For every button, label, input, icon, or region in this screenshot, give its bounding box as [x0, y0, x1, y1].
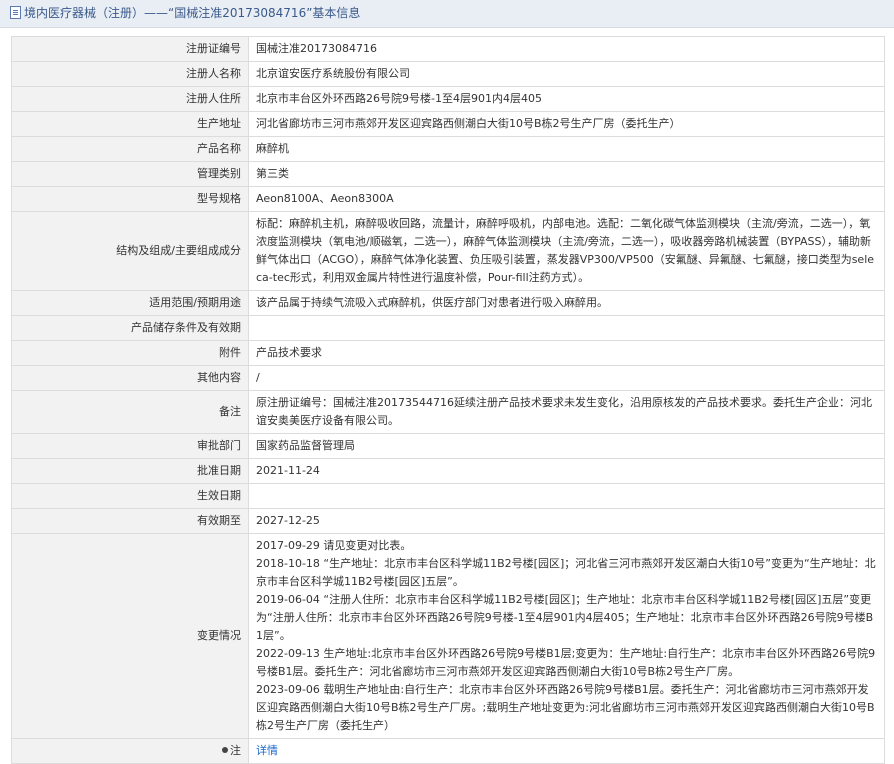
- table-row: 备注 原注册证编号：国械注准20173544716延续注册产品技术要求未发生变化…: [11, 390, 885, 434]
- field-value: 第三类: [248, 161, 885, 187]
- note-label-cell: 注: [11, 738, 249, 764]
- changes-value: 2017-09-29 请见变更对比表。 2018-10-18 “生产地址：北京市…: [248, 533, 885, 739]
- bulb-icon: [222, 747, 228, 753]
- table-row: 管理类别 第三类: [11, 161, 885, 187]
- field-value: 北京市丰台区外环西路26号院9号楼-1至4层901内4层405: [248, 86, 885, 112]
- field-value: 北京谊安医疗系统股份有限公司: [248, 61, 885, 87]
- field-label: 批准日期: [11, 458, 249, 484]
- field-value: 原注册证编号：国械注准20173544716延续注册产品技术要求未发生变化，沿用…: [248, 390, 885, 434]
- field-value: Aeon8100A、Aeon8300A: [248, 186, 885, 212]
- table-row: 产品名称 麻醉机: [11, 136, 885, 162]
- field-label: 审批部门: [11, 433, 249, 459]
- page-title: 境内医疗器械（注册）——“国械注准20173084716”基本信息: [24, 6, 361, 20]
- field-label: 管理类别: [11, 161, 249, 187]
- page-title-bar: 境内医疗器械（注册）——“国械注准20173084716”基本信息: [0, 0, 894, 28]
- field-label: 有效期至: [11, 508, 249, 534]
- field-value: 麻醉机: [248, 136, 885, 162]
- field-label: 附件: [11, 340, 249, 366]
- field-label: 型号规格: [11, 186, 249, 212]
- change-entry: 2022-09-13 生产地址:北京市丰台区外环西路26号院9号楼B1层;变更为…: [256, 647, 876, 678]
- field-label: 其他内容: [11, 365, 249, 391]
- field-label: 注册证编号: [11, 36, 249, 62]
- table-row: 适用范围/预期用途 该产品属于持续气流吸入式麻醉机，供医疗部门对患者进行吸入麻醉…: [11, 290, 885, 316]
- field-label: 注册人名称: [11, 61, 249, 87]
- details-link[interactable]: 详情: [256, 744, 278, 757]
- table-row: 产品储存条件及有效期: [11, 315, 885, 341]
- changes-row: 变更情况 2017-09-29 请见变更对比表。 2018-10-18 “生产地…: [11, 533, 885, 739]
- change-entry: 2017-09-29 请见变更对比表。: [256, 539, 412, 552]
- field-value: 河北省廊坊市三河市燕郊开发区迎宾路西侧潮白大街10号B栋2号生产厂房（委托生产）: [248, 111, 885, 137]
- field-value: 国械注准20173084716: [248, 36, 885, 62]
- table-row: 注册人名称 北京谊安医疗系统股份有限公司: [11, 61, 885, 87]
- field-label: 备注: [11, 390, 249, 434]
- change-entry: 2019-06-04 “注册人住所：北京市丰台区科学城11B2号楼[园区]；生产…: [256, 593, 874, 642]
- field-label: 产品名称: [11, 136, 249, 162]
- field-label: 生产地址: [11, 111, 249, 137]
- field-value: 标配：麻醉机主机，麻醉吸收回路，流量计，麻醉呼吸机，内部电池。选配：二氧化碳气体…: [248, 211, 885, 291]
- note-row: 注 详情: [11, 738, 885, 764]
- note-label: 注: [230, 744, 241, 757]
- field-value: 2021-11-24: [248, 458, 885, 484]
- field-value: 该产品属于持续气流吸入式麻醉机，供医疗部门对患者进行吸入麻醉用。: [248, 290, 885, 316]
- note-value: 详情: [248, 738, 885, 764]
- field-value: 2027-12-25: [248, 508, 885, 534]
- table-row: 型号规格 Aeon8100A、Aeon8300A: [11, 186, 885, 212]
- table-row: 其他内容 /: [11, 365, 885, 391]
- table-row: 注册人住所 北京市丰台区外环西路26号院9号楼-1至4层901内4层405: [11, 86, 885, 112]
- table-row: 注册证编号 国械注准20173084716: [11, 36, 885, 62]
- table-row: 审批部门 国家药品监督管理局: [11, 433, 885, 459]
- field-value: 国家药品监督管理局: [248, 433, 885, 459]
- table-row: 生效日期: [11, 483, 885, 509]
- field-label: 产品储存条件及有效期: [11, 315, 249, 341]
- change-entry: 2018-10-18 “生产地址：北京市丰台区科学城11B2号楼[园区]；河北省…: [256, 557, 876, 588]
- table-row: 生产地址 河北省廊坊市三河市燕郊开发区迎宾路西侧潮白大街10号B栋2号生产厂房（…: [11, 111, 885, 137]
- table-row: 结构及组成/主要组成成分 标配：麻醉机主机，麻醉吸收回路，流量计，麻醉呼吸机，内…: [11, 211, 885, 291]
- changes-label: 变更情况: [11, 533, 249, 739]
- field-label: 适用范围/预期用途: [11, 290, 249, 316]
- table-row: 有效期至 2027-12-25: [11, 508, 885, 534]
- document-icon: [10, 6, 21, 19]
- field-value: [248, 483, 885, 509]
- change-entry: 2023-09-06 载明生产地址由:自行生产：北京市丰台区外环西路26号院9号…: [256, 683, 875, 732]
- field-label: 生效日期: [11, 483, 249, 509]
- field-label: 结构及组成/主要组成成分: [11, 211, 249, 291]
- table-row: 批准日期 2021-11-24: [11, 458, 885, 484]
- info-table: 注册证编号 国械注准20173084716 注册人名称 北京谊安医疗系统股份有限…: [11, 36, 885, 764]
- field-value: [248, 315, 885, 341]
- field-label: 注册人住所: [11, 86, 249, 112]
- field-value: /: [248, 365, 885, 391]
- field-value: 产品技术要求: [248, 340, 885, 366]
- table-row: 附件 产品技术要求: [11, 340, 885, 366]
